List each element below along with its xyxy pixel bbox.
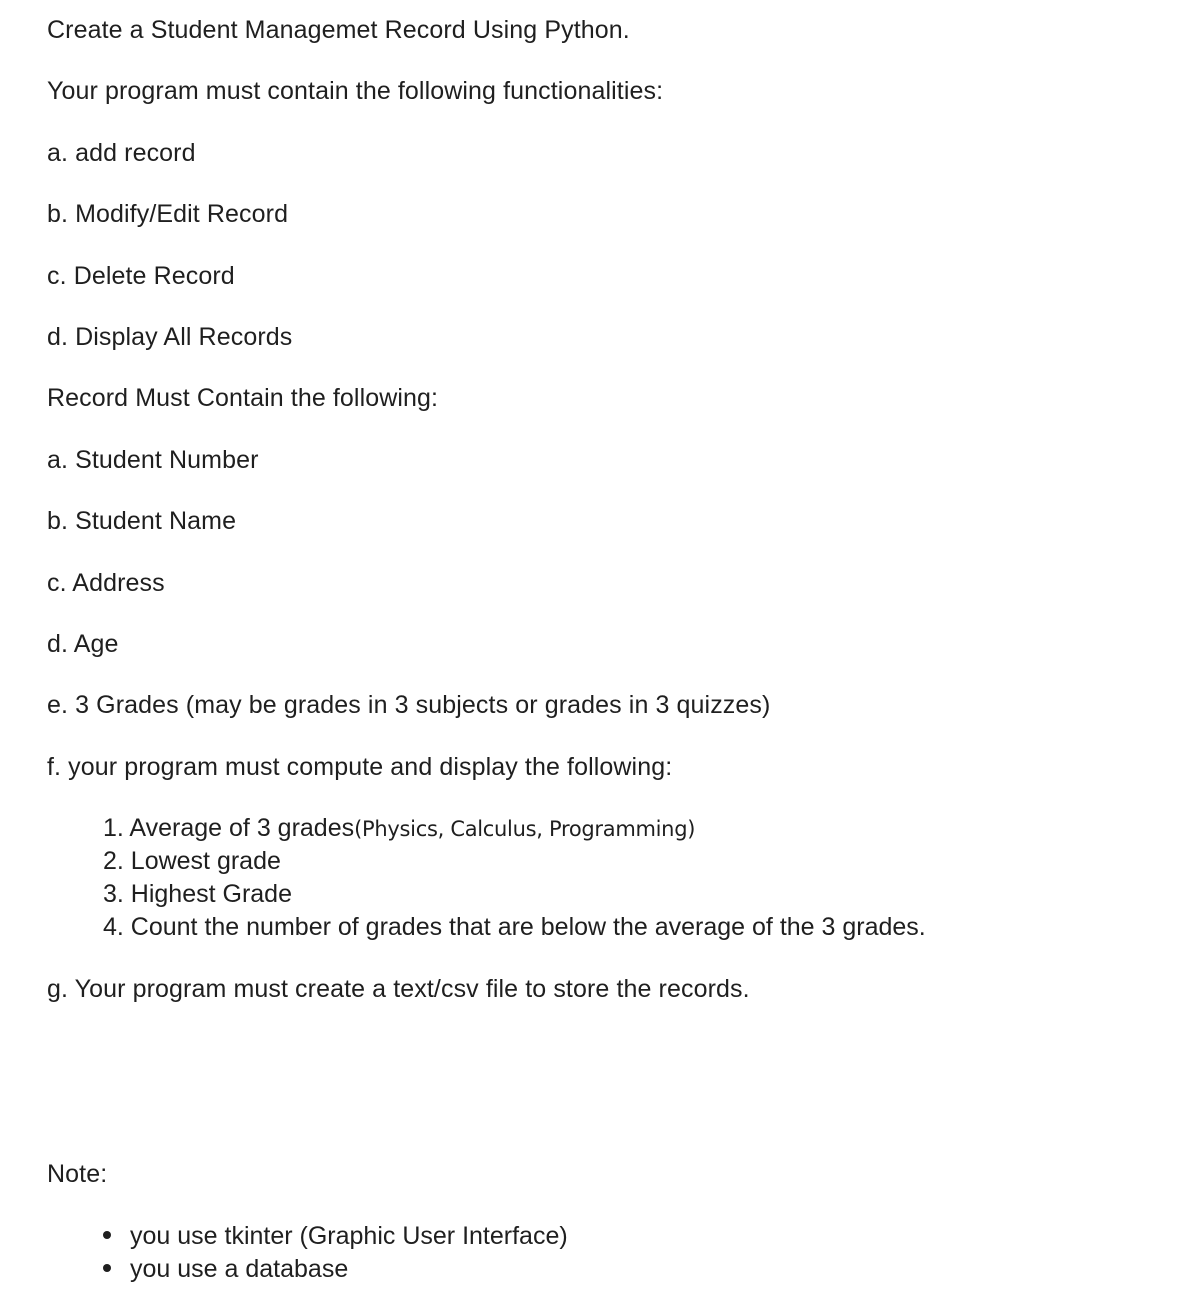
functionality-item: c. Delete Record	[47, 262, 235, 290]
functionality-item: d. Display All Records	[47, 323, 293, 351]
note-item: you use a database	[103, 1254, 348, 1284]
record-field: c. Address	[47, 569, 165, 597]
functionalities-intro: Your program must contain the following …	[47, 77, 664, 105]
note-item: you use tkinter (Graphic User Interface)	[103, 1221, 568, 1251]
computation-item: 1. Average of 3 grades(Physics, Calculus…	[103, 813, 695, 844]
record-field: b. Student Name	[47, 507, 237, 535]
computation-text: 4. Count the number of grades that are b…	[103, 913, 926, 941]
bullet-icon	[103, 1231, 111, 1240]
computation-item: 4. Count the number of grades that are b…	[103, 912, 926, 942]
note-label: Note:	[47, 1160, 108, 1188]
file-requirement: g. Your program must create a text/csv f…	[47, 975, 750, 1003]
note-item-text: you use a database	[130, 1255, 349, 1283]
record-field: e. 3 Grades (may be grades in 3 subjects…	[47, 691, 771, 719]
computation-item: 3. Highest Grade	[103, 879, 292, 909]
computation-note: (Physics, Calculus, Programming)	[354, 817, 696, 841]
document-title: Create a Student Managemet Record Using …	[47, 16, 630, 44]
record-field: a. Student Number	[47, 446, 259, 474]
computation-text: 3. Highest Grade	[103, 880, 292, 908]
record-field: d. Age	[47, 630, 119, 658]
note-item-text: you use tkinter (Graphic User Interface)	[130, 1222, 568, 1250]
computation-text: 1. Average of 3 grades	[103, 814, 355, 842]
functionality-item: a. add record	[47, 139, 196, 167]
computation-item: 2. Lowest grade	[103, 846, 281, 876]
record-field: f. your program must compute and display…	[47, 753, 673, 781]
computation-text: 2. Lowest grade	[103, 847, 281, 875]
bullet-icon	[103, 1264, 111, 1273]
functionality-item: b. Modify/Edit Record	[47, 200, 289, 228]
record-intro: Record Must Contain the following:	[47, 384, 439, 412]
